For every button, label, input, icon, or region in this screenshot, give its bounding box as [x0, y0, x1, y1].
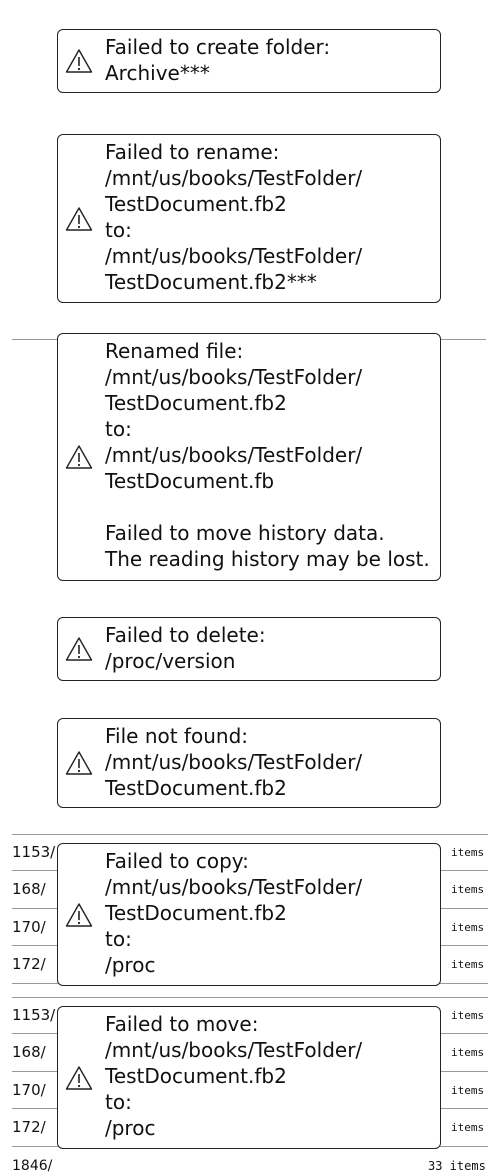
file-list-item-count: items — [451, 958, 485, 971]
file-list-item-name[interactable]: 172/ — [12, 955, 46, 973]
dialog-message: Renamed file: /mnt/us/books/TestFolder/ … — [105, 339, 430, 571]
file-list-item-name[interactable]: 170/ — [12, 1081, 46, 1099]
warning-dialog-renamed-file[interactable]: Renamed file: /mnt/us/books/TestFolder/ … — [57, 333, 441, 581]
dialog-message: Failed to rename: /mnt/us/books/TestFold… — [105, 140, 363, 294]
file-list-item-count: items — [451, 1084, 485, 1097]
dialog-message: Failed to copy: /mnt/us/books/TestFolder… — [105, 849, 363, 977]
error-dialog-delete[interactable]: Failed to delete: /proc/version — [57, 617, 441, 681]
error-dialog-rename[interactable]: Failed to rename: /mnt/us/books/TestFold… — [57, 134, 441, 303]
file-list-item-count: items — [451, 1046, 485, 1059]
divider-line — [12, 339, 57, 340]
error-dialog-copy[interactable]: Failed to copy: /mnt/us/books/TestFolder… — [57, 843, 441, 986]
dialog-message: Failed to create folder: Archive*** — [105, 35, 331, 85]
file-list-item-name[interactable]: 172/ — [12, 1118, 46, 1136]
file-list-item-name[interactable]: 1846/ — [12, 1158, 52, 1174]
error-dialog-create-folder[interactable]: Failed to create folder: Archive*** — [57, 29, 441, 93]
warning-icon — [65, 902, 93, 928]
warning-icon — [65, 1065, 93, 1091]
warning-icon — [65, 206, 93, 232]
file-list-item-count: items — [451, 1009, 485, 1022]
warning-icon — [65, 48, 93, 74]
file-list-item-count: items — [451, 883, 485, 896]
file-list-item-count: items — [451, 1121, 485, 1134]
warning-icon — [65, 750, 93, 776]
file-list-item-name[interactable]: 170/ — [12, 918, 46, 936]
file-list-item-count: 33 items — [428, 1159, 486, 1173]
divider-line — [441, 339, 486, 340]
file-list-item-count: items — [451, 846, 485, 859]
dialog-message: Failed to delete: /proc/version — [105, 623, 266, 673]
error-dialog-file-not-found[interactable]: File not found: /mnt/us/books/TestFolder… — [57, 718, 441, 808]
file-list-item-name[interactable]: 168/ — [12, 1043, 46, 1061]
dialog-message: Failed to move: /mnt/us/books/TestFolder… — [105, 1012, 363, 1140]
error-dialog-move[interactable]: Failed to move: /mnt/us/books/TestFolder… — [57, 1006, 441, 1149]
warning-icon — [65, 636, 93, 662]
divider-line — [12, 997, 488, 998]
file-list-item-count: items — [451, 921, 485, 934]
warning-icon — [65, 444, 93, 470]
file-list-item-name[interactable]: 168/ — [12, 880, 46, 898]
file-list-item-name[interactable]: 1153/ — [12, 843, 55, 861]
file-list-item-name[interactable]: 1153/ — [12, 1006, 55, 1024]
divider-line — [12, 834, 488, 835]
dialog-message: File not found: /mnt/us/books/TestFolder… — [105, 724, 363, 800]
